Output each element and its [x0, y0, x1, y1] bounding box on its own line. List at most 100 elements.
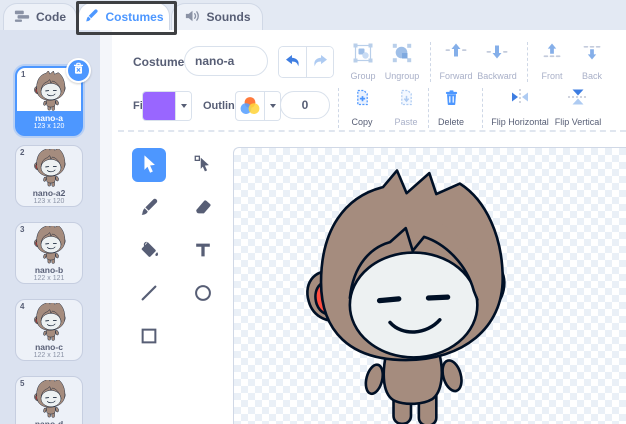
rectangle-tool[interactable]	[132, 320, 166, 354]
outline-color-swatch[interactable]	[235, 91, 281, 121]
brush-tool[interactable]	[132, 191, 166, 225]
redo-icon	[311, 54, 329, 71]
flip-vertical-icon	[568, 89, 588, 107]
text-tool[interactable]	[186, 234, 220, 268]
back-button: Back	[572, 43, 612, 81]
costume-thumbnail	[16, 149, 82, 187]
caret-down-icon	[270, 104, 276, 108]
tab-code-label: Code	[36, 10, 66, 24]
layer-backward-icon	[486, 43, 508, 59]
costume-name: nano-c	[16, 342, 82, 352]
costume-thumbnail	[16, 303, 82, 341]
delete-costume-button[interactable]	[66, 58, 91, 83]
front-button: Front	[532, 43, 572, 81]
outline-width-input[interactable]	[280, 91, 330, 119]
toolbar-divider	[430, 42, 431, 82]
ungroup-icon	[392, 43, 412, 65]
brush-icon	[139, 197, 159, 220]
costume-number: 5	[20, 379, 24, 388]
fill-tool[interactable]	[132, 234, 166, 268]
fill-color-swatch[interactable]	[142, 91, 192, 121]
layer-front-icon	[541, 43, 563, 60]
circle-icon	[193, 283, 213, 306]
costume-card[interactable]: 5 nano-d 122 x 121	[15, 376, 83, 424]
nano-character	[33, 149, 66, 187]
mixed-colors-icon	[236, 92, 264, 120]
flip-vertical-button[interactable]: Flip Vertical	[549, 89, 607, 127]
trash-icon	[73, 62, 84, 80]
costume-name: nano-d	[16, 419, 82, 424]
tab-sounds-label: Sounds	[207, 10, 251, 24]
paste-icon	[399, 89, 414, 108]
fill-color	[143, 92, 175, 120]
tab-costumes[interactable]: Costumes	[78, 2, 170, 30]
copy-button[interactable]: Copy	[341, 89, 383, 127]
scratch-costume-editor: Code Costumes Sounds 1	[0, 0, 626, 424]
tab-bar: Code Costumes Sounds	[0, 0, 626, 30]
costume-number: 3	[20, 225, 24, 234]
select-tool[interactable]	[132, 148, 166, 182]
group-icon	[353, 43, 373, 65]
nano-character	[33, 380, 66, 418]
costume-name: nano-b	[16, 265, 82, 275]
backward-button: Backward	[472, 43, 522, 81]
costume-size: 123 x 120	[17, 123, 81, 131]
costume-number: 4	[20, 302, 24, 311]
costume-name-input[interactable]	[184, 46, 268, 76]
cursor-arrow-icon	[139, 154, 159, 177]
text-icon	[193, 240, 213, 263]
layer-forward-icon	[445, 43, 467, 59]
nano-character	[33, 226, 66, 264]
undo-icon	[284, 54, 302, 71]
paste-button: Paste	[386, 89, 426, 127]
caret-down-icon	[181, 104, 187, 108]
costume-name: nano-a2	[16, 188, 82, 198]
paint-canvas[interactable]	[233, 147, 626, 424]
undo-button[interactable]	[279, 47, 306, 77]
outline-dropdown[interactable]	[264, 92, 280, 120]
costume-number: 2	[20, 148, 24, 157]
costume-number: 1	[21, 70, 25, 79]
tab-costumes-label: Costumes	[105, 10, 163, 24]
rectangle-icon	[139, 326, 159, 349]
code-blocks-icon	[14, 9, 30, 26]
tab-code[interactable]: Code	[3, 3, 77, 30]
trash-icon	[444, 89, 459, 108]
speaker-icon	[184, 9, 201, 26]
costume-card[interactable]: 3 nano-b 122 x 121	[15, 222, 83, 284]
costume-size: 122 x 121	[16, 275, 82, 283]
costume-size: 123 x 120	[16, 198, 82, 206]
costume-name: nano-a	[17, 113, 81, 123]
reshape-cursor-icon	[193, 154, 213, 177]
nano-character	[33, 303, 66, 341]
toolbar-divider	[338, 88, 339, 128]
reshape-tool[interactable]	[186, 148, 220, 182]
tab-sounds[interactable]: Sounds	[171, 3, 263, 30]
costume-card[interactable]: 4 nano-c 122 x 121	[15, 299, 83, 361]
eraser-icon	[193, 197, 213, 220]
costume-list: 1 nano-a 123 x 120	[0, 30, 100, 424]
redo-button	[306, 47, 333, 77]
costume-card[interactable]: 2 nano-a2 123 x 120	[15, 145, 83, 207]
circle-tool[interactable]	[186, 277, 220, 311]
undo-redo-group	[278, 46, 334, 78]
line-tool[interactable]	[132, 277, 166, 311]
flip-horizontal-button[interactable]: Flip Horizontal	[487, 89, 553, 127]
delete-button[interactable]: Delete	[431, 89, 471, 127]
costume-thumbnail	[16, 226, 82, 264]
nano-character	[33, 71, 66, 111]
copy-icon	[355, 89, 370, 108]
flip-horizontal-icon	[510, 89, 530, 107]
sidebar-gutter	[100, 30, 112, 424]
costume-size: 122 x 121	[16, 352, 82, 360]
toolbar-separator	[118, 130, 626, 132]
costume-card[interactable]: 1 nano-a 123 x 120	[15, 66, 83, 136]
line-icon	[139, 283, 159, 306]
toolbar-divider	[428, 88, 429, 128]
fill-dropdown[interactable]	[175, 92, 191, 120]
layer-back-icon	[581, 43, 603, 60]
costume-thumbnail	[16, 380, 82, 418]
paint-bucket-icon	[139, 240, 159, 263]
toolbar-divider	[482, 88, 483, 128]
eraser-tool[interactable]	[186, 191, 220, 225]
